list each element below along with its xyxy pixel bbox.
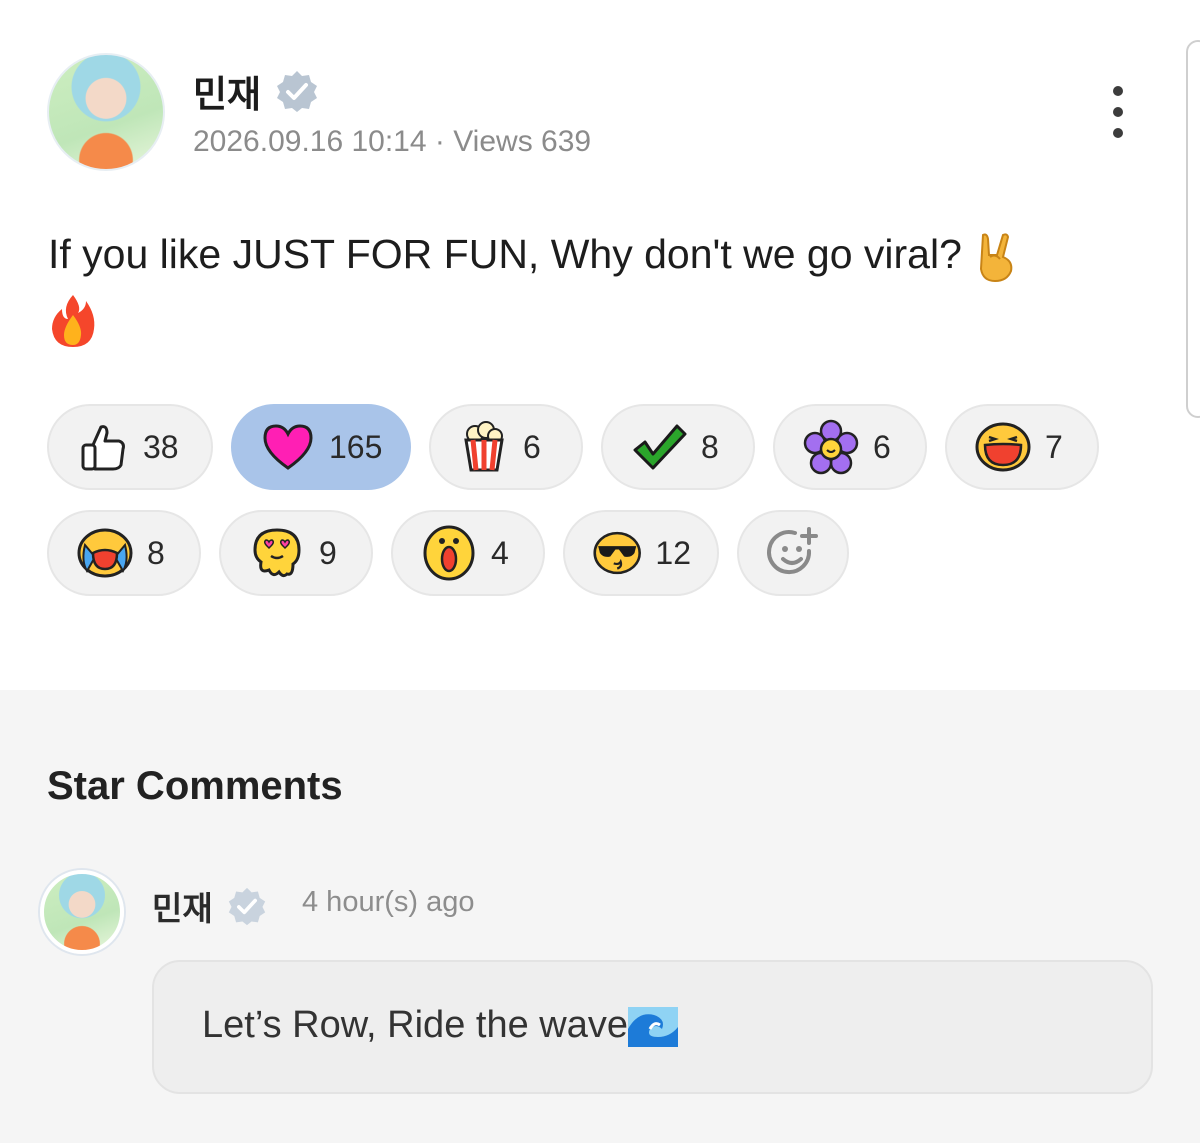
comment-text: Let’s Row, Ride the wave bbox=[202, 1004, 628, 1046]
popcorn-icon bbox=[464, 421, 504, 472]
reaction-laughing[interactable]: 7 bbox=[945, 404, 1099, 490]
reaction-thumbs-up[interactable]: 38 bbox=[47, 404, 213, 490]
reaction-count: 38 bbox=[143, 428, 179, 465]
star-comments-section: Star Comments 민재 4 hour(s) ago Let’s Row… bbox=[0, 690, 1200, 1143]
reaction-row-2: 8 9 4 12 bbox=[47, 510, 849, 596]
post-text: If you like JUST FOR FUN, Why don't we g… bbox=[48, 231, 962, 277]
reaction-count: 8 bbox=[147, 534, 165, 571]
reaction-count: 6 bbox=[523, 428, 541, 465]
reaction-count: 12 bbox=[655, 534, 691, 571]
flower-icon bbox=[803, 419, 859, 475]
add-reaction-icon bbox=[767, 527, 818, 575]
section-title: Star Comments bbox=[47, 764, 343, 808]
add-reaction-button[interactable] bbox=[737, 510, 849, 596]
author-row: 민재 bbox=[193, 64, 319, 118]
comment-avatar[interactable] bbox=[40, 870, 124, 954]
reaction-heart[interactable]: 165 bbox=[231, 404, 411, 490]
heart-icon bbox=[263, 424, 313, 470]
comment-author-row: 민재 bbox=[152, 882, 267, 930]
reaction-count: 6 bbox=[873, 428, 891, 465]
thumbs-up-icon bbox=[81, 425, 125, 471]
sunglasses-face-icon bbox=[593, 531, 641, 575]
surprised-face-icon bbox=[423, 525, 475, 581]
author-avatar[interactable] bbox=[47, 53, 165, 171]
reaction-row-1: 38 165 6 8 6 7 bbox=[47, 404, 1099, 490]
more-vertical-icon[interactable] bbox=[1104, 86, 1132, 138]
reaction-count: 4 bbox=[491, 534, 509, 571]
reaction-count: 165 bbox=[329, 428, 383, 465]
reaction-check[interactable]: 8 bbox=[601, 404, 755, 490]
post-meta: 2026.09.16 10:14 · Views 639 bbox=[193, 125, 592, 158]
comment-author-name[interactable]: 민재 bbox=[152, 882, 213, 930]
comment-bubble[interactable]: Let’s Row, Ride the wave bbox=[152, 960, 1153, 1094]
reaction-popcorn[interactable]: 6 bbox=[429, 404, 583, 490]
reaction-surprised[interactable]: 4 bbox=[391, 510, 545, 596]
reaction-sunglasses[interactable]: 12 bbox=[563, 510, 719, 596]
fire-icon bbox=[52, 295, 95, 348]
scrollbar[interactable] bbox=[1186, 40, 1200, 418]
water-wave-icon bbox=[627, 1006, 678, 1047]
verified-badge-icon bbox=[277, 71, 318, 112]
laughing-face-icon bbox=[975, 422, 1031, 472]
reaction-count: 8 bbox=[701, 428, 719, 465]
crying-face-icon bbox=[77, 528, 133, 578]
rock-hand-icon bbox=[980, 233, 1013, 283]
verified-badge-icon bbox=[228, 887, 265, 926]
comment-text-row: Let’s Row, Ride the wave bbox=[202, 1004, 678, 1047]
reaction-crying[interactable]: 8 bbox=[47, 510, 201, 596]
reaction-count: 9 bbox=[319, 534, 337, 571]
reaction-heart-eyes[interactable]: 9 bbox=[219, 510, 373, 596]
reaction-flower[interactable]: 6 bbox=[773, 404, 927, 490]
post-card: 민재 2026.09.16 10:14 · Views 639 If you l… bbox=[0, 0, 1200, 690]
post-body: If you like JUST FOR FUN, Why don't we g… bbox=[48, 222, 1128, 350]
check-icon bbox=[633, 424, 687, 470]
comment-timestamp: 4 hour(s) ago bbox=[302, 886, 475, 918]
reaction-count: 7 bbox=[1045, 428, 1063, 465]
heart-eyes-melting-icon bbox=[253, 528, 301, 578]
author-name[interactable]: 민재 bbox=[193, 64, 261, 118]
